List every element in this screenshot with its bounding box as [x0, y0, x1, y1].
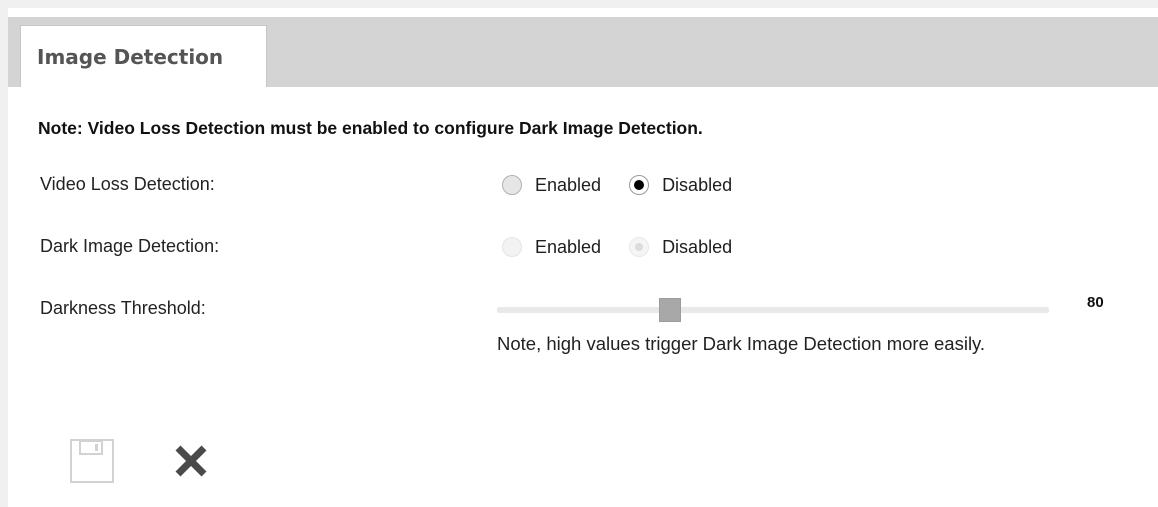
radio-unchecked-icon[interactable]	[502, 175, 522, 195]
video-loss-label: Video Loss Detection:	[40, 174, 215, 194]
darkness-threshold-label: Darkness Threshold:	[40, 298, 206, 318]
config-note: Note: Video Loss Detection must be enabl…	[38, 118, 703, 138]
darkness-threshold-slider-track[interactable]	[497, 307, 1049, 313]
floppy-disk-icon	[70, 439, 114, 483]
video-loss-radio-group: Enabled Disabled	[502, 172, 732, 198]
radio-label: Enabled	[535, 174, 602, 195]
radio-unchecked-disabled-icon[interactable]	[502, 237, 522, 257]
threshold-hint: Note, high values trigger Dark Image Det…	[497, 333, 986, 354]
video-loss-disabled-radio[interactable]: Disabled	[629, 175, 732, 196]
cancel-button[interactable]	[168, 438, 214, 484]
dark-image-label: Dark Image Detection:	[40, 236, 220, 256]
radio-checked-icon[interactable]	[629, 175, 650, 195]
video-loss-enabled-radio[interactable]: Enabled	[502, 175, 601, 196]
darkness-threshold-slider-handle[interactable]	[659, 298, 682, 322]
close-x-icon	[175, 445, 207, 477]
dark-image-enabled-radio[interactable]: Enabled	[502, 237, 601, 258]
dark-image-radio-group: Enabled Disabled	[502, 234, 732, 260]
radio-label: Enabled	[535, 236, 602, 257]
radio-label: Disabled	[662, 174, 733, 195]
radio-label: Disabled	[662, 236, 733, 257]
dark-image-disabled-radio[interactable]: Disabled	[629, 237, 732, 258]
save-button[interactable]	[69, 438, 115, 484]
tab-label: Image Detection	[37, 44, 224, 69]
radio-checked-disabled-icon[interactable]	[629, 237, 650, 257]
darkness-threshold-value: 80	[1087, 294, 1104, 311]
tab-image-detection[interactable]: Image Detection	[20, 25, 267, 87]
